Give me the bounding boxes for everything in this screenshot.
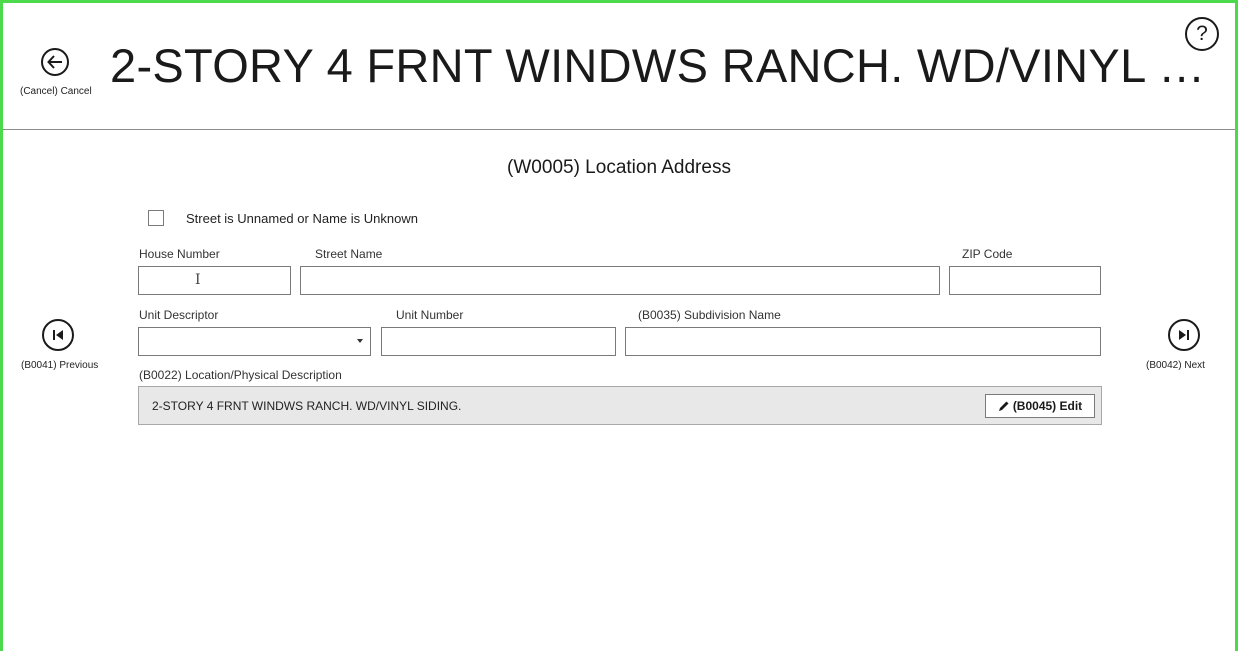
next-button[interactable]: [1168, 319, 1200, 351]
unit-descriptor-select[interactable]: [138, 327, 371, 356]
house-number-input[interactable]: I: [138, 266, 291, 295]
house-number-label: House Number: [139, 247, 220, 261]
unnamed-street-checkbox[interactable]: [148, 210, 164, 226]
unit-descriptor-label: Unit Descriptor: [139, 308, 219, 322]
description-box: 2-STORY 4 FRNT WINDWS RANCH. WD/VINYL SI…: [138, 386, 1102, 425]
cancel-label: (Cancel) Cancel: [20, 86, 92, 97]
previous-button[interactable]: [42, 319, 74, 351]
zip-label: ZIP Code: [962, 247, 1013, 261]
description-text: 2-STORY 4 FRNT WINDWS RANCH. WD/VINYL SI…: [152, 399, 462, 413]
edit-label: (B0045) Edit: [1012, 399, 1083, 413]
section-title: (W0005) Location Address: [507, 157, 731, 178]
text-cursor-icon: I: [195, 272, 201, 288]
arrow-left-icon: [47, 55, 62, 69]
help-button[interactable]: ?: [1185, 17, 1219, 51]
zip-input[interactable]: [949, 266, 1101, 295]
unit-number-label: Unit Number: [396, 308, 464, 322]
pencil-icon: [998, 401, 1009, 411]
subdivision-input[interactable]: [625, 327, 1101, 356]
previous-label: (B0041) Previous: [21, 360, 99, 371]
page-title: 2-STORY 4 FRNT WINDWS RANCH. WD/VINYL SI…: [110, 39, 1228, 92]
skip-next-icon: [1179, 330, 1189, 340]
subdivision-label: (B0035) Subdivision Name: [638, 308, 781, 322]
unnamed-street-row: Street is Unnamed or Name is Unknown: [148, 210, 418, 226]
street-name-label: Street Name: [315, 247, 383, 261]
help-icon: ?: [1196, 22, 1208, 45]
chevron-down-icon: [357, 339, 363, 343]
header-bar: (Cancel) Cancel 2-STORY 4 FRNT WINDWS RA…: [3, 3, 1235, 130]
street-name-input[interactable]: [300, 266, 940, 295]
description-label: (B0022) Location/Physical Description: [139, 368, 342, 382]
unit-number-input[interactable]: [381, 327, 616, 356]
next-label: (B0042) Next: [1146, 360, 1205, 371]
skip-previous-icon: [53, 330, 63, 340]
unnamed-street-label: Street is Unnamed or Name is Unknown: [186, 210, 418, 226]
edit-button[interactable]: (B0045) Edit: [985, 394, 1095, 418]
cancel-button[interactable]: [41, 48, 69, 76]
